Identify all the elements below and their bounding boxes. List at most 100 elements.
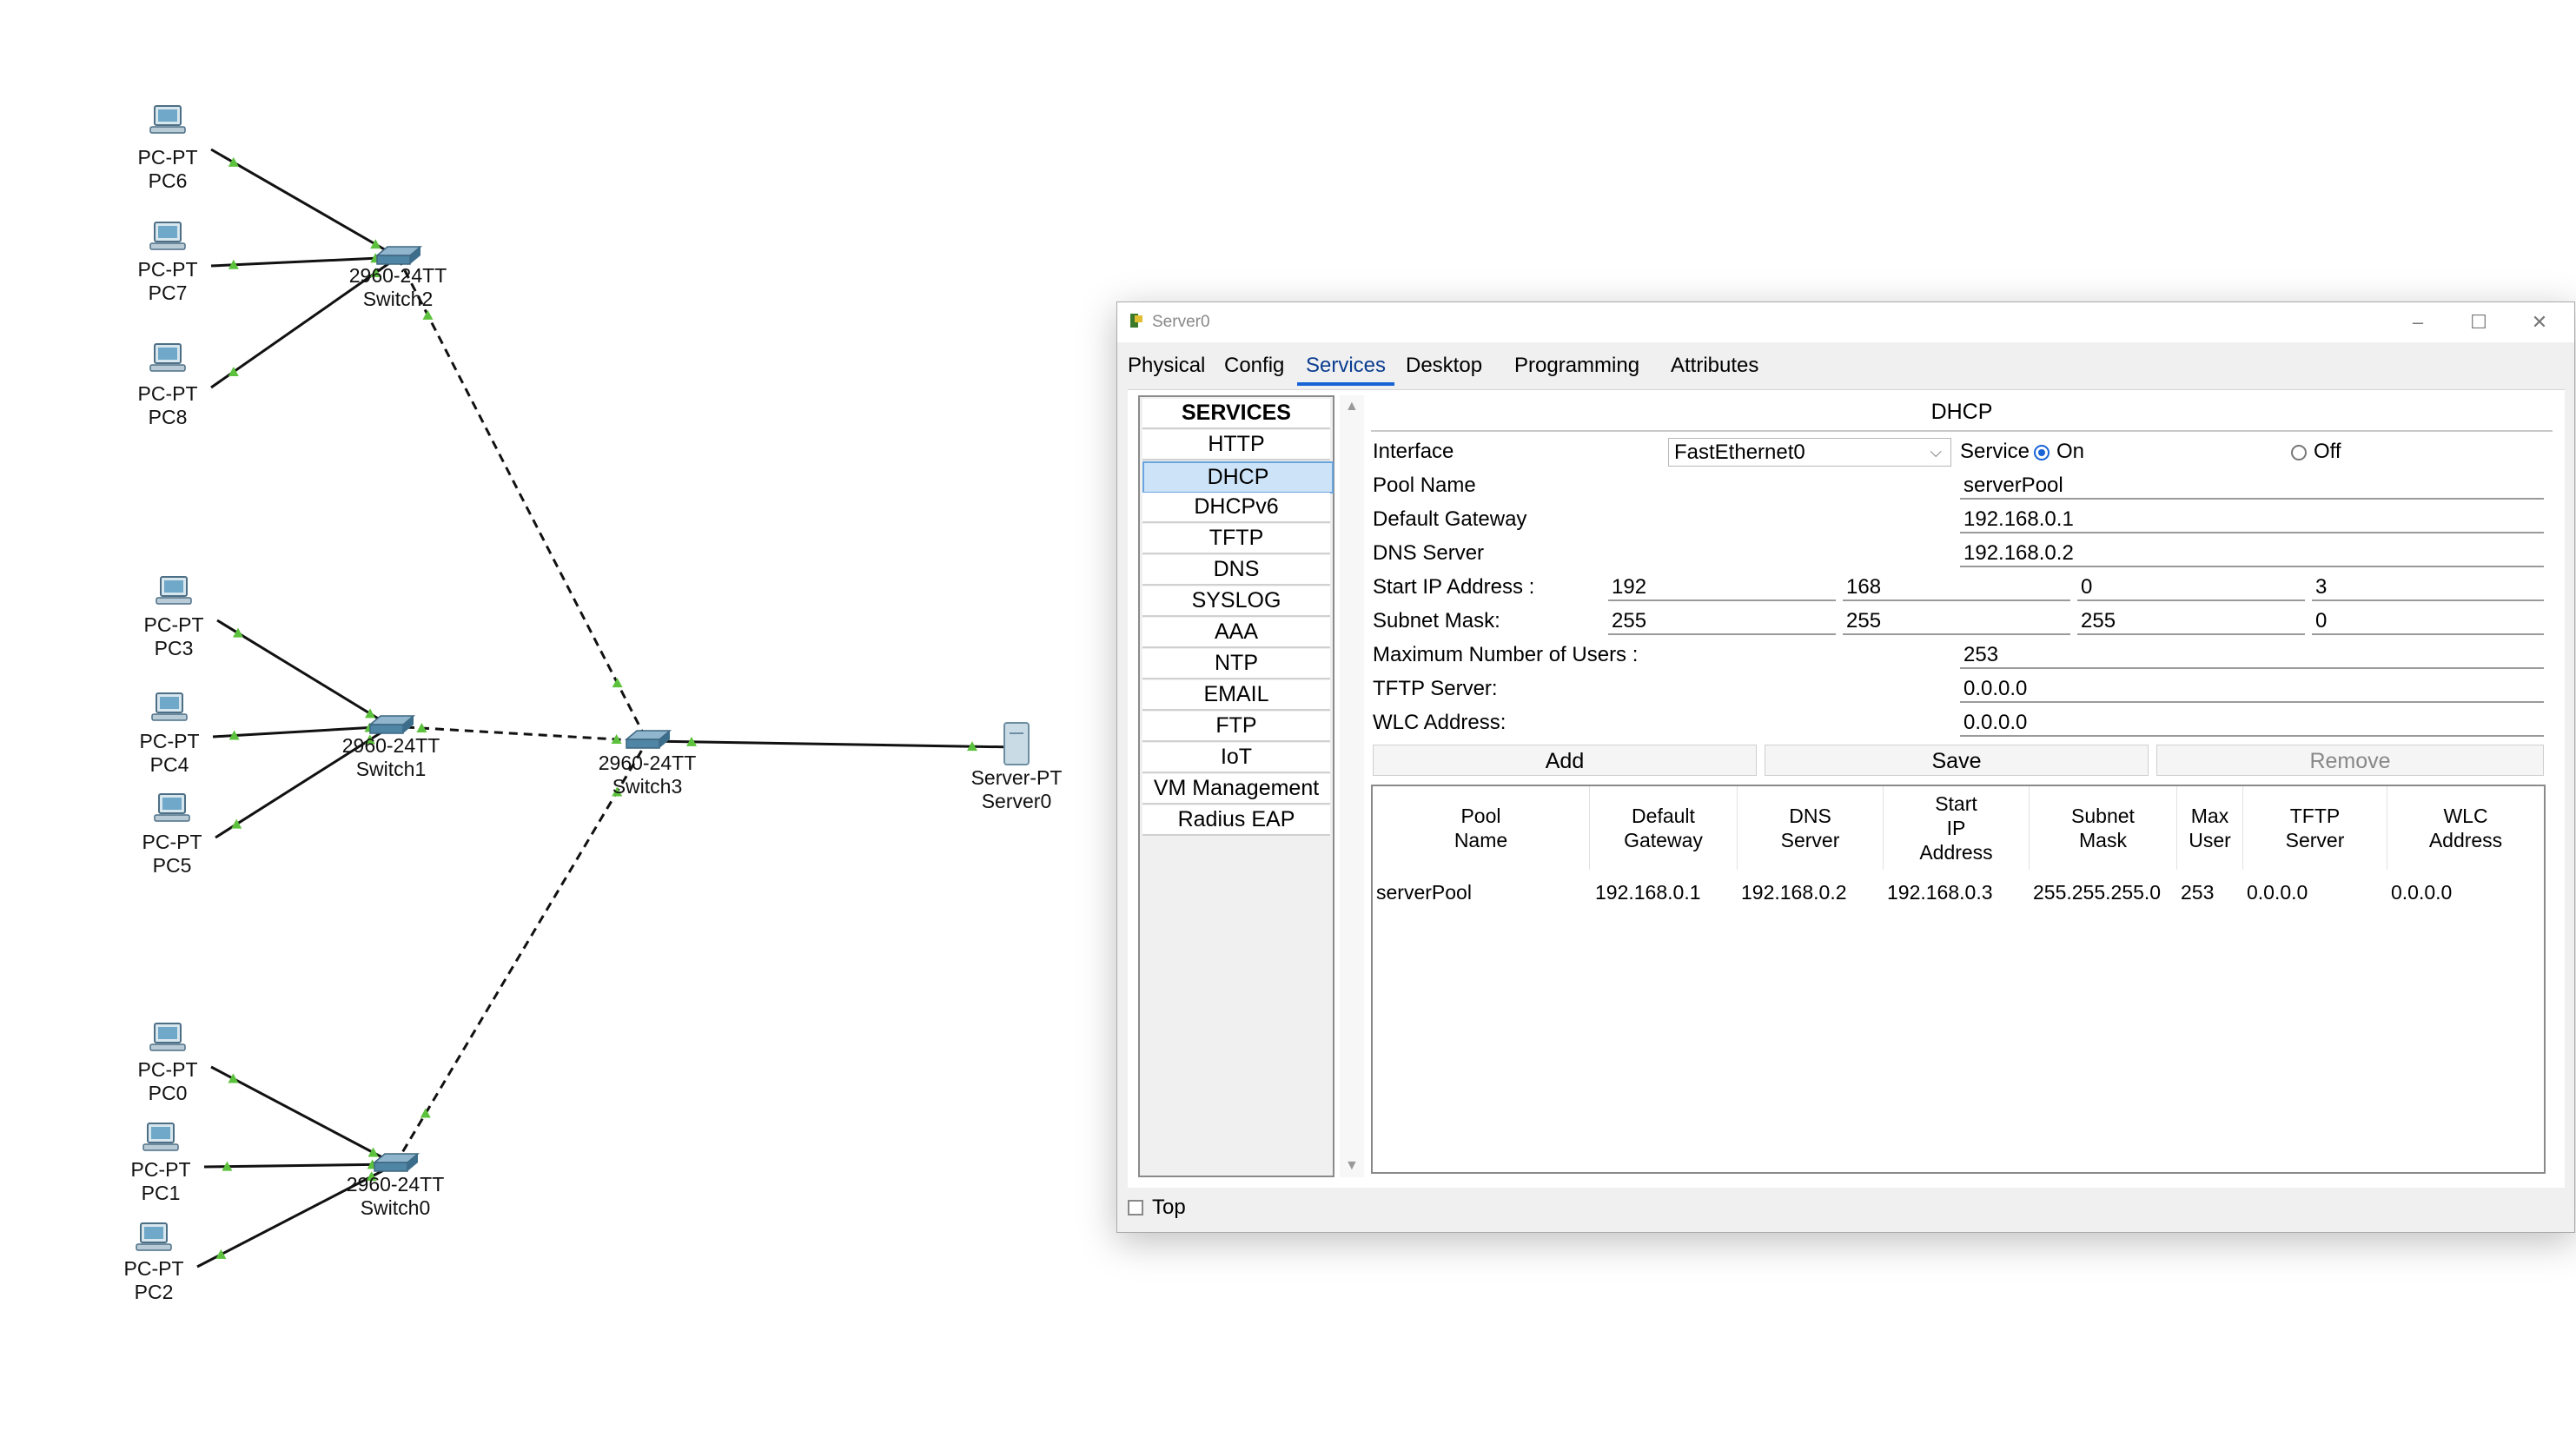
service-syslog[interactable]: SYSLOG (1142, 586, 1330, 617)
scroll-down-icon[interactable]: ▼ (1345, 1158, 1359, 1174)
device-model: PC-PT (139, 730, 200, 752)
switch-icon[interactable] (624, 730, 672, 749)
column-header-wlc-address[interactable]: WLC Address (2387, 786, 2544, 870)
tab-programming[interactable]: Programming (1514, 351, 1639, 381)
pc-icon[interactable] (154, 793, 190, 822)
start-ip-octet-3[interactable]: 0 (2077, 573, 2305, 601)
pool-name-field[interactable]: serverPool (1960, 472, 2544, 500)
device-name: PC0 (148, 1082, 188, 1104)
service-dhcpv6[interactable]: DHCPv6 (1142, 493, 1330, 523)
top-checkbox-label: Top (1152, 1196, 1186, 1219)
pc-icon[interactable] (136, 1222, 172, 1251)
interface-value: FastEthernet0 (1674, 440, 1805, 464)
switch-icon[interactable] (374, 246, 423, 265)
subnet-mask-octet-4[interactable]: 0 (2312, 607, 2544, 635)
tab-desktop[interactable]: Desktop (1406, 351, 1482, 381)
pc-icon[interactable] (149, 1023, 186, 1051)
service-off-label: Off (2314, 440, 2341, 463)
switch-icon[interactable] (368, 715, 416, 734)
pc-icon[interactable] (151, 692, 188, 721)
interface-select[interactable]: FastEthernet0 ⌵ (1668, 438, 1951, 467)
subnet-mask-octet-2[interactable]: 255 (1843, 607, 2070, 635)
service-http[interactable]: HTTP (1142, 430, 1330, 460)
tab-config[interactable]: Config (1224, 351, 1284, 381)
interface-label: Interface (1373, 440, 1454, 463)
max-users-field[interactable]: 253 (1960, 641, 2544, 669)
top-checkbox[interactable] (1128, 1200, 1143, 1215)
pc2-label: PC-PT PC2 (67, 1257, 241, 1304)
service-email[interactable]: EMAIL (1142, 680, 1330, 711)
column-header-tftp-server[interactable]: TFTP Server (2243, 786, 2387, 870)
wlc-address-field[interactable]: 0.0.0.0 (1960, 709, 2544, 737)
device-model: PC-PT (142, 831, 202, 853)
window-titlebar[interactable]: Server0 – ☐ ✕ (1117, 302, 2574, 342)
close-button[interactable]: ✕ (2513, 308, 2566, 337)
device-model: PC-PT (130, 1158, 191, 1181)
device-name: Switch0 (360, 1196, 431, 1219)
device-name: PC1 (141, 1182, 181, 1204)
window-title: Server0 (1152, 313, 1210, 331)
start-ip-octet-1[interactable]: 192 (1608, 573, 1836, 601)
service-aaa[interactable]: AAA (1142, 618, 1330, 648)
service-ftp[interactable]: FTP (1142, 712, 1330, 742)
service-radius-eap[interactable]: Radius EAP (1142, 805, 1330, 836)
pc-icon[interactable] (156, 576, 192, 605)
switch-icon[interactable] (372, 1153, 421, 1172)
default-gateway-field[interactable]: 192.168.0.1 (1960, 506, 2544, 533)
save-button[interactable]: Save (1765, 745, 2149, 776)
service-off-radio[interactable] (2291, 445, 2307, 460)
link-switch3-server0[interactable] (646, 739, 1017, 749)
column-header-dns-server[interactable]: DNS Server (1738, 786, 1884, 870)
pc8-label: PC-PT PC8 (81, 382, 255, 429)
tab-attributes[interactable]: Attributes (1671, 351, 1758, 381)
minimize-button[interactable]: – (2392, 308, 2444, 337)
subnet-mask-octet-3[interactable]: 255 (2077, 607, 2305, 635)
link-switch2-switch3[interactable] (396, 256, 649, 742)
tab-services[interactable]: Services (1306, 351, 1386, 381)
service-dhcp[interactable]: DHCP (1142, 461, 1334, 493)
services-header: SERVICES (1142, 399, 1330, 429)
pc-icon[interactable] (149, 222, 186, 250)
device-model: PC-PT (143, 613, 204, 636)
dns-server-field[interactable]: 192.168.0.2 (1960, 540, 2544, 567)
service-tftp[interactable]: TFTP (1142, 524, 1330, 554)
pc-icon[interactable] (142, 1123, 179, 1151)
tab-physical[interactable]: Physical (1128, 351, 1205, 381)
service-on-label: On (2056, 440, 2085, 463)
scroll-up-icon[interactable]: ▲ (1345, 399, 1359, 414)
column-header-pool-name[interactable]: Pool Name (1373, 786, 1590, 870)
device-name: PC8 (148, 406, 188, 428)
link-switch0-switch3[interactable] (394, 740, 649, 1165)
device-model: 2960-24TT (341, 734, 440, 757)
column-header-default-gateway[interactable]: Default Gateway (1590, 786, 1738, 870)
column-header-max-user[interactable]: Max User (2177, 786, 2243, 870)
maximize-button[interactable]: ☐ (2453, 308, 2505, 337)
service-iot[interactable]: IoT (1142, 743, 1330, 773)
port-up-icon-switch3 (612, 678, 623, 688)
service-dns[interactable]: DNS (1142, 555, 1330, 586)
start-ip-octet-4[interactable]: 3 (2312, 573, 2544, 601)
active-tab-indicator (1297, 382, 1394, 386)
topology-canvas[interactable] (0, 0, 1095, 1444)
dhcp-pool-table: Pool Name Default Gateway DNS Server Sta… (1371, 785, 2546, 1174)
port-up-icon-switch1 (365, 708, 375, 719)
subnet-mask-octet-1[interactable]: 255 (1608, 607, 1836, 635)
service-on-radio[interactable] (2034, 445, 2050, 460)
column-header-subnet-mask[interactable]: Subnet Mask (2030, 786, 2177, 870)
tftp-server-field[interactable]: 0.0.0.0 (1960, 675, 2544, 703)
add-button[interactable]: Add (1373, 745, 1757, 776)
cell-pool-name: serverPool (1376, 881, 1472, 904)
device-name: PC6 (148, 169, 188, 192)
device-name: PC5 (152, 854, 192, 877)
server-icon[interactable] (1003, 722, 1030, 765)
start-ip-octet-2[interactable]: 168 (1843, 573, 2070, 601)
services-scrollbar[interactable]: ▲ ▼ (1340, 395, 1364, 1177)
pc-icon[interactable] (149, 105, 186, 134)
service-vm-management[interactable]: VM Management (1142, 774, 1330, 805)
remove-button[interactable]: Remove (2156, 745, 2544, 776)
column-header-start-ip[interactable]: Start IP Address (1884, 786, 2030, 870)
cell-wlc-address: 0.0.0.0 (2391, 881, 2453, 904)
service-ntp[interactable]: NTP (1142, 649, 1330, 679)
pc6-label: PC-PT PC6 (81, 146, 255, 193)
pc-icon[interactable] (149, 343, 186, 372)
